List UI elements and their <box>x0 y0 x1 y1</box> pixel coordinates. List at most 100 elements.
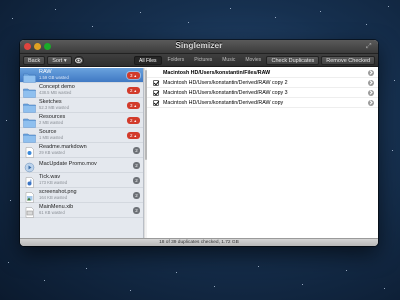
content-area: RAW 1.59 GB wasted 3▲ Concept demo 438.5 MB … <box>20 68 378 238</box>
star <box>366 24 367 25</box>
sidebar-item[interactable]: MainMenu.xib 61 KB wasted 2 <box>20 203 143 218</box>
filter-tab-movies[interactable]: Movies <box>241 56 265 65</box>
remove-checkbox[interactable] <box>153 99 159 106</box>
app-window: Singlemizer ⤢ Back Sort ▾ All Files Folde… <box>20 40 378 246</box>
back-button[interactable]: Back <box>23 55 46 65</box>
xib-icon <box>23 205 36 218</box>
sidebar-item[interactable]: Tick.wav 173 KB wasted 2 <box>20 173 143 188</box>
sidebar-item-name: MacUpdate Promo.mov <box>39 161 97 168</box>
sidebar-item[interactable]: Sketches 52.3 MB wasted 3▲ <box>20 98 143 113</box>
movie-icon <box>23 160 36 172</box>
remove-checkbox[interactable] <box>153 89 159 96</box>
star <box>388 6 389 7</box>
star <box>86 268 87 269</box>
duplicate-count: 3 <box>130 103 133 108</box>
duplicate-paths-list: Macintosh HD/Users/konstantin/Files/RAW M… <box>147 68 378 238</box>
star <box>12 18 13 19</box>
remove-checked-button[interactable]: Remove Checked <box>321 55 375 65</box>
sidebar-item-wasted: 1 MB wasted <box>39 135 64 141</box>
sidebar-item[interactable]: Resources 2 MB wasted 2▲ <box>20 113 143 128</box>
duplicate-count-badge: 2 <box>133 207 140 214</box>
file-path: Macintosh HD/Users/konstantin/Derived/RA… <box>163 89 288 96</box>
reveal-in-finder-icon[interactable] <box>368 100 374 106</box>
sidebar-item-text: Sketches 52.3 MB wasted <box>39 99 70 111</box>
duplicate-path-row[interactable]: Macintosh HD/Users/konstantin/Derived/RA… <box>147 88 378 98</box>
sidebar-item[interactable]: RAW 1.59 GB wasted 3▲ <box>20 68 143 83</box>
warning-icon: ▲ <box>133 89 137 93</box>
remove-checkbox[interactable] <box>153 79 159 86</box>
original-path-row[interactable]: Macintosh HD/Users/konstantin/Files/RAW <box>147 68 378 78</box>
sidebar-item-wasted: 438.5 MB wasted <box>39 90 72 96</box>
file-path: Macintosh HD/Users/konstantin/Derived/RA… <box>163 99 284 106</box>
star <box>130 290 131 291</box>
reveal-in-finder-icon[interactable] <box>368 80 374 86</box>
folder-icon <box>23 100 36 113</box>
duplicate-count-badge: 2▲ <box>127 117 140 124</box>
sort-button[interactable]: Sort ▾ <box>47 55 72 65</box>
folder-icon <box>23 70 36 83</box>
check-duplicates-button[interactable]: Check Duplicates <box>266 55 320 65</box>
fullscreen-icon[interactable]: ⤢ <box>366 43 373 50</box>
sidebar-item-text: Resources 2 MB wasted <box>39 114 65 126</box>
duplicates-sidebar: RAW 1.59 GB wasted 3▲ Concept demo 438.5 MB … <box>20 68 144 238</box>
sidebar-item-wasted: 61 KB wasted <box>39 210 65 216</box>
star <box>392 150 393 151</box>
folder-icon <box>23 115 36 128</box>
filter-tabs: All FilesFoldersPicturesMusicMoviesTexts <box>134 55 287 65</box>
duplicate-count-badge: 2 <box>133 162 140 169</box>
duplicate-count: 2 <box>130 133 133 138</box>
sidebar-item-text: Tick.wav 173 KB wasted <box>39 174 68 186</box>
sidebar-item-wasted: 173 KB wasted <box>39 180 68 186</box>
sidebar-item-wasted: 2 MB wasted <box>39 120 64 126</box>
folder-icon <box>23 130 36 143</box>
filter-tab-pictures[interactable]: Pictures <box>190 56 216 65</box>
star <box>10 200 11 201</box>
duplicate-path-row[interactable]: Macintosh HD/Users/konstantin/Derived/RA… <box>147 78 378 88</box>
sidebar-item-wasted: 164 KB wasted <box>39 195 68 201</box>
sidebar-item-text: Source 1 MB wasted <box>39 129 64 141</box>
star <box>230 8 231 9</box>
star <box>346 270 347 271</box>
warning-icon: ▲ <box>133 119 137 123</box>
filter-tab-music[interactable]: Music <box>218 56 239 65</box>
sidebar-item-text: MainMenu.xib 61 KB wasted <box>39 204 73 216</box>
warning-icon: ▲ <box>133 104 137 108</box>
duplicate-count-badge: 2▲ <box>127 87 140 94</box>
sidebar-item[interactable]: Source 1 MB wasted 2▲ <box>20 128 143 143</box>
reveal-in-finder-icon[interactable] <box>368 70 374 76</box>
file-path: Macintosh HD/Users/konstantin/Derived/RA… <box>163 79 288 86</box>
star <box>6 120 7 121</box>
filter-tab-all-files[interactable]: All Files <box>134 55 162 65</box>
document-icon <box>23 145 36 158</box>
reveal-in-finder-icon[interactable] <box>368 90 374 96</box>
sidebar-item-wasted: 1.59 GB wasted <box>39 75 69 81</box>
audio-icon <box>23 175 36 188</box>
file-path: Macintosh HD/Users/konstantin/Files/RAW <box>163 69 271 76</box>
preview-eye-button[interactable] <box>73 55 84 65</box>
sidebar-item[interactable]: Readme.markdown 29 KB wasted 2 <box>20 143 143 158</box>
sidebar-item-text: MacUpdate Promo.mov <box>39 162 97 168</box>
star <box>384 288 385 289</box>
sidebar-item-text: RAW 1.59 GB wasted <box>39 69 69 81</box>
duplicate-count: 2 <box>130 88 133 93</box>
sidebar-item[interactable]: screenshot.png 164 KB wasted 2 <box>20 188 143 203</box>
duplicate-count-badge: 2 <box>133 192 140 199</box>
duplicate-path-row[interactable]: Macintosh HD/Users/konstantin/Derived/RA… <box>147 98 378 108</box>
folder-icon <box>23 85 36 98</box>
duplicate-count-badge: 2▲ <box>127 132 140 139</box>
sidebar-item[interactable]: Concept demo 438.5 MB wasted 2▲ <box>20 83 143 98</box>
toolbar: Back Sort ▾ All Files Folders Pictures Musi… <box>20 54 378 67</box>
sidebar-item[interactable]: MacUpdate Promo.mov 2 <box>20 158 143 173</box>
duplicate-count: 2 <box>135 148 138 153</box>
toolbar-actions: Check Duplicates Remove Checked <box>266 55 375 65</box>
star <box>140 12 141 13</box>
duplicate-count-badge: 2 <box>133 147 140 154</box>
filter-tab-folders[interactable]: Folders <box>164 56 189 65</box>
star <box>302 284 303 285</box>
duplicate-count: 2 <box>135 208 138 213</box>
duplicate-count: 2 <box>135 193 138 198</box>
title-bar: Singlemizer ⤢ <box>20 40 378 54</box>
sidebar-item-wasted: 52.3 MB wasted <box>39 105 70 111</box>
star <box>92 26 93 27</box>
warning-icon: ▲ <box>133 74 137 78</box>
